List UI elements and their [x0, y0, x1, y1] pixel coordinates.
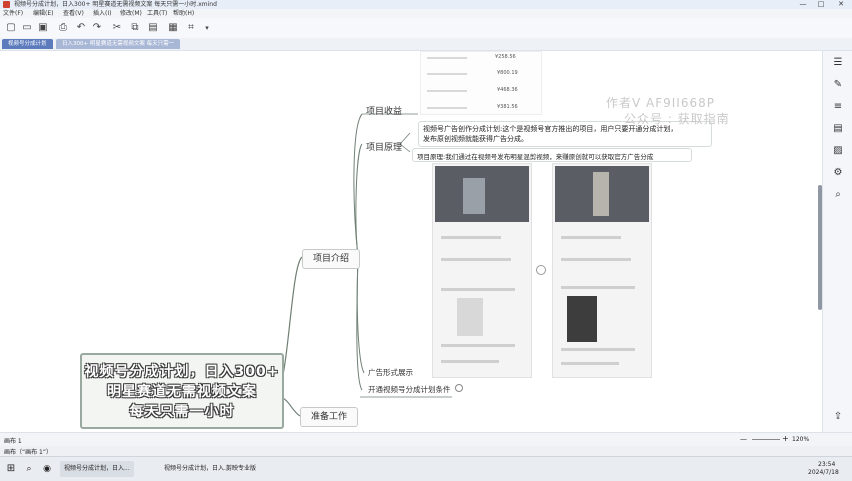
income-value-2: ¥800.19 [497, 70, 518, 76]
topic-ad-form[interactable]: 广告形式展示 [368, 367, 413, 378]
title-bar: 视频号分成计划，日入300+ 明星赛道无需视频文案 每天只需一小时.xmind … [0, 0, 852, 9]
taskbar-item-jianying[interactable]: 剪映专业版 [222, 461, 260, 477]
sheet-tab[interactable]: 画布（“画布 1”） [4, 447, 52, 456]
income-screenshot: ¥258.56 ¥800.19 ¥468.36 ¥381.56 [420, 51, 542, 115]
outline-icon[interactable]: ☰ [832, 57, 844, 69]
status-bar: 画布 1 — + 120% [0, 432, 852, 447]
menu-edit[interactable]: 编辑(E) [33, 9, 53, 18]
mindmap-canvas[interactable]: ¥258.56 ¥800.19 ¥468.36 ¥381.56 项目收益 项目原… [0, 51, 822, 432]
branch-preparation[interactable]: 准备工作 [300, 407, 358, 427]
menu-modify[interactable]: 修改(M) [120, 9, 142, 18]
topic-project-principle[interactable]: 项目原理 [366, 140, 402, 153]
menu-file[interactable]: 文件(F) [3, 9, 23, 18]
new-icon[interactable]: ▢ [4, 21, 18, 35]
start-icon[interactable]: ⊞ [4, 461, 18, 477]
principle-line-2: 发布原创视频就能获得广告分成。 [423, 135, 528, 143]
save-icon[interactable]: ▣ [36, 21, 50, 35]
expand-toggle-icon[interactable] [455, 384, 463, 392]
tab-mindmap-1[interactable]: 视频号分成计划 [2, 39, 53, 49]
close-button[interactable]: ✕ [834, 0, 848, 9]
clock-date: 2024/7/18 [808, 469, 839, 476]
menu-view[interactable]: 查看(V) [63, 9, 84, 18]
menu-tools[interactable]: 工具(T) [147, 9, 167, 18]
sheet-bar: 画布（“画布 1”） [0, 446, 852, 456]
ad-screenshot-left [432, 163, 532, 378]
income-value-4: ¥381.56 [497, 104, 518, 110]
search-taskbar-icon[interactable]: ⌕ [22, 461, 36, 477]
taskbar: ⊞ ⌕ ◉ 视频号分成计划，日入... 视频号分成计划，日入... 剪映专业版 … [0, 456, 852, 481]
zoom-out-button[interactable]: — [740, 435, 747, 443]
undo-icon[interactable]: ↶ [74, 21, 88, 35]
browser-icon[interactable]: ◉ [40, 461, 54, 477]
format-icon[interactable]: ▦ [166, 21, 180, 35]
paste-icon[interactable]: ▤ [146, 21, 160, 35]
right-panel: ☰ ✎ ≡ ▤ ▨ ⚙ ⌕ ⇪ [822, 51, 852, 432]
topic-project-income[interactable]: 项目收益 [366, 104, 402, 117]
share-icon[interactable]: ⇪ [832, 411, 844, 423]
tab-mindmap-2[interactable]: 日入300+ 明星赛道无需视频文案 每天只需一 [56, 39, 181, 49]
zoom-level: 120% [792, 436, 810, 443]
central-line-3: 每天只需一小时 [129, 404, 235, 420]
style-icon[interactable]: ✎ [832, 79, 844, 91]
minimize-button[interactable]: — [796, 0, 810, 9]
list-icon[interactable]: ≡ [832, 101, 844, 113]
menu-bar: 文件(F) 编辑(E) 查看(V) 插入(I) 修改(M) 工具(T) 帮助(H… [0, 9, 852, 18]
branch-project-intro[interactable]: 项目介绍 [302, 249, 360, 269]
app-logo-icon [3, 1, 10, 8]
central-line-2: 明星赛道无需视频文案 [107, 384, 257, 400]
income-value-1: ¥258.56 [495, 54, 516, 60]
canvas-label: 画布 1 [4, 438, 22, 445]
central-line-1: 视频号分成计划，日入300+ [84, 364, 280, 380]
zoom-slider[interactable] [752, 439, 780, 440]
principle-basis-note[interactable]: 项目原理:我们通过在视频号发布明星混剪视频，来赚原创就可以获取官方广告分成 [412, 148, 692, 162]
clock-time: 23:54 [818, 461, 836, 468]
central-topic[interactable]: 视频号分成计划，日入300+ 明星赛道无需视频文案 每天只需一小时 [80, 353, 284, 429]
principle-basis-text: 项目原理:我们通过在视频号发布明星混剪视频，来赚原创就可以获取官方广告分成 [417, 153, 654, 161]
chevron-down-icon[interactable]: ▾ [200, 21, 214, 35]
ad-screenshot-right [552, 163, 652, 378]
collapse-toggle-icon[interactable] [536, 265, 546, 275]
cut-icon[interactable]: ✂ [110, 21, 124, 35]
watermark-line-1: 作者V AF9II668P [606, 96, 715, 110]
menu-insert[interactable]: 插入(I) [93, 9, 111, 18]
income-value-3: ¥468.36 [497, 87, 518, 93]
search-icon[interactable]: ⌕ [832, 189, 844, 201]
expand-icon[interactable]: ⌗ [184, 21, 198, 35]
redo-icon[interactable]: ↷ [90, 21, 104, 35]
maximize-button[interactable]: □ [814, 0, 828, 9]
toolbar: ▢ ▭ ▣ ⎙ ↶ ↷ ✂ ⧉ ▤ ▦ ⌗ ▾ [0, 18, 852, 39]
open-icon[interactable]: ▭ [20, 21, 34, 35]
notes-icon[interactable]: ▤ [832, 123, 844, 135]
print-icon[interactable]: ⎙ [56, 21, 70, 35]
settings-icon[interactable]: ⚙ [832, 167, 844, 179]
copy-icon[interactable]: ⧉ [128, 21, 142, 35]
watermark-line-2: 公众号 : 获取指南 [624, 112, 730, 126]
taskbar-item-xmind-1[interactable]: 视频号分成计划，日入... [60, 461, 134, 477]
image-icon[interactable]: ▨ [832, 145, 844, 157]
window-title: 视频号分成计划，日入300+ 明星赛道无需视频文案 每天只需一小时.xmind [14, 1, 217, 8]
topic-open-conditions[interactable]: 开通视频号分成计划条件 [368, 384, 451, 395]
zoom-in-button[interactable]: + [782, 434, 789, 443]
tab-bar: 视频号分成计划 日入300+ 明星赛道无需视频文案 每天只需一 [0, 38, 852, 51]
menu-help[interactable]: 帮助(H) [173, 9, 194, 18]
